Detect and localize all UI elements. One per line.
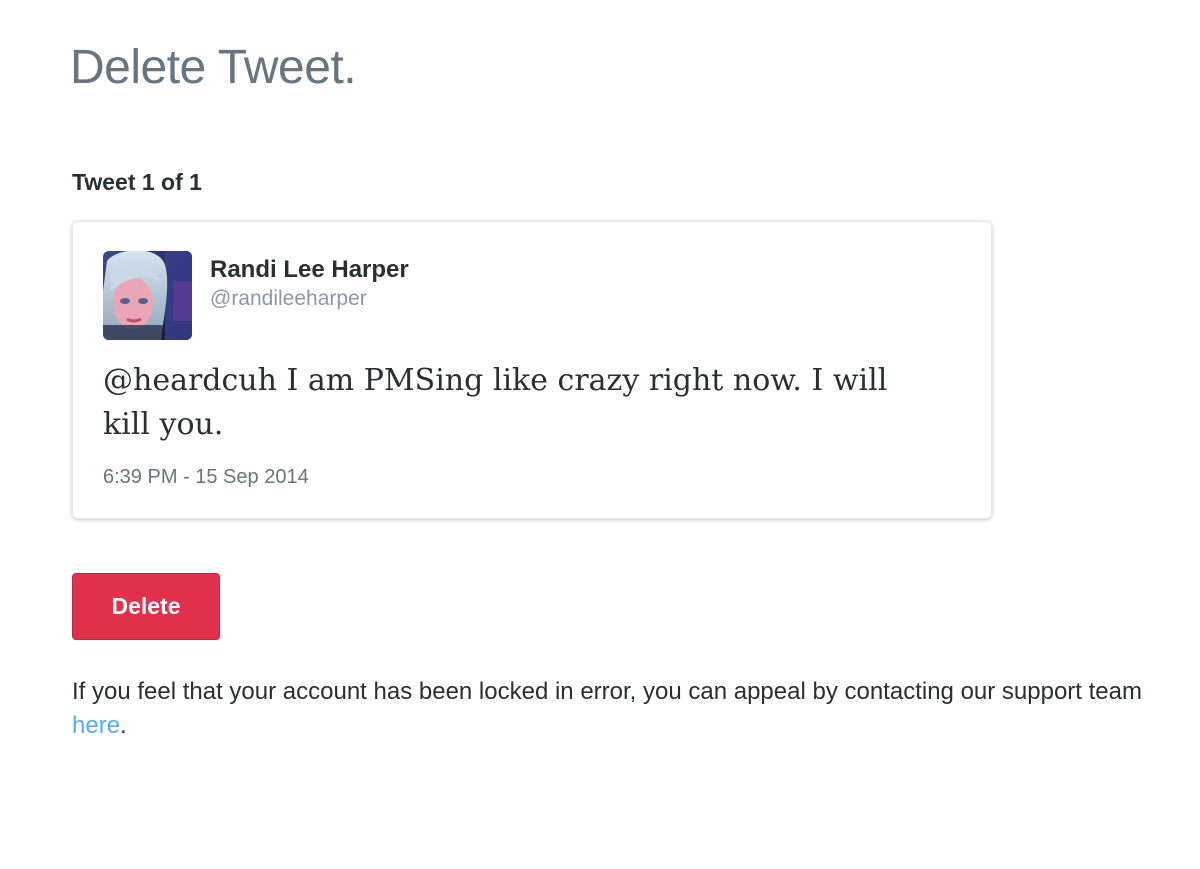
avatar bbox=[103, 251, 192, 340]
appeal-text: If you feel that your account has been l… bbox=[72, 678, 1142, 705]
appeal-message: If you feel that your account has been l… bbox=[72, 675, 1152, 743]
tweet-timestamp: 6:39 PM - 15 Sep 2014 bbox=[103, 466, 309, 488]
tweet-counter: Tweet 1 of 1 bbox=[72, 169, 202, 195]
author-handle: @randileeharper bbox=[210, 287, 367, 310]
delete-button[interactable]: Delete bbox=[72, 573, 220, 640]
page-title: Delete Tweet. bbox=[70, 41, 357, 94]
support-link[interactable]: here bbox=[72, 712, 120, 739]
appeal-text-end: . bbox=[120, 712, 127, 739]
avatar-image bbox=[103, 251, 192, 340]
tweet-text: @heardcuh I am PMSing like crazy right n… bbox=[103, 363, 888, 442]
tweet-card: Randi Lee Harper @randileeharper @heardc… bbox=[72, 221, 992, 519]
author-name: Randi Lee Harper bbox=[210, 256, 409, 283]
